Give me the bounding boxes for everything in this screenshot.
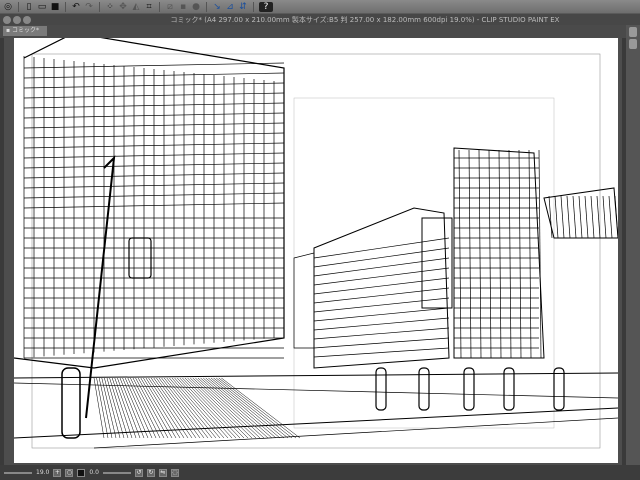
rotate-left-button[interactable]: ↺ bbox=[134, 468, 143, 477]
transform-icon[interactable]: ⁘ bbox=[105, 2, 115, 12]
save-icon[interactable]: ■ bbox=[50, 2, 60, 12]
fill-icon[interactable]: ◭ bbox=[131, 2, 141, 12]
new-file-icon[interactable]: ▯ bbox=[24, 2, 34, 12]
open-file-icon[interactable]: ▭ bbox=[37, 2, 47, 12]
actual-size-button[interactable] bbox=[77, 468, 86, 477]
tab-label: コミック* bbox=[11, 27, 39, 34]
angle-value[interactable]: 0.0 bbox=[89, 469, 99, 476]
snap-special-ruler-icon[interactable]: ⊿ bbox=[225, 2, 235, 12]
tab-comic[interactable]: ▪ コミック* bbox=[3, 26, 47, 36]
clip-studio-logo-icon[interactable]: ◎ bbox=[3, 2, 13, 12]
rotate-slider[interactable] bbox=[102, 471, 131, 474]
help-icon[interactable]: ? bbox=[259, 1, 273, 12]
move-icon[interactable]: ✥ bbox=[118, 2, 128, 12]
window-title: コミック* (A4 297.00 x 210.00mm 製本サイズ:B5 判 2… bbox=[170, 16, 560, 24]
status-bar: 19.0 + ○ 0.0 ↺ ↻ ⇋ ◌ bbox=[0, 465, 640, 480]
zoom-in-button[interactable]: + bbox=[53, 468, 62, 477]
selection-icon[interactable]: ● bbox=[191, 2, 201, 12]
divider bbox=[65, 1, 66, 12]
undo-icon[interactable]: ↶ bbox=[71, 2, 81, 12]
crop-icon[interactable]: ⌗ bbox=[144, 2, 154, 12]
window-title-bar: コミック* (A4 297.00 x 210.00mm 製本サイズ:B5 判 2… bbox=[0, 13, 640, 25]
redo-icon[interactable]: ↷ bbox=[84, 2, 94, 12]
canvas-area[interactable] bbox=[4, 38, 622, 465]
divider bbox=[159, 1, 160, 12]
snap-ruler-icon[interactable]: ↘ bbox=[212, 2, 222, 12]
divider bbox=[253, 1, 254, 12]
divider bbox=[206, 1, 207, 12]
snap-grid-icon[interactable]: ⇵ bbox=[238, 2, 248, 12]
tab-bar: ▪ コミック* bbox=[0, 25, 640, 38]
fit-button[interactable]: ○ bbox=[65, 468, 74, 477]
reset-rotation-button[interactable]: ◌ bbox=[170, 468, 179, 477]
divider bbox=[99, 1, 100, 12]
zoom-value[interactable]: 19.0 bbox=[36, 469, 49, 476]
scroll-up-button[interactable] bbox=[629, 27, 637, 37]
rotate-right-button[interactable]: ↻ bbox=[146, 468, 155, 477]
clear-icon[interactable]: ⧄ bbox=[165, 2, 175, 12]
divider bbox=[18, 1, 19, 12]
line-art-drawing bbox=[14, 38, 618, 449]
fill-layer-icon[interactable]: ▪ bbox=[178, 2, 188, 12]
canvas-paper[interactable] bbox=[14, 38, 618, 463]
zoom-slider[interactable] bbox=[4, 471, 32, 474]
flip-button[interactable]: ⇋ bbox=[158, 468, 167, 477]
vertical-scrollbar[interactable] bbox=[626, 25, 640, 465]
scroll-down-button[interactable] bbox=[629, 39, 637, 49]
toolbar: ◎ ▯ ▭ ■ ↶ ↷ ⁘ ✥ ◭ ⌗ ⧄ ▪ ● ↘ ⊿ ⇵ ? bbox=[0, 0, 640, 13]
